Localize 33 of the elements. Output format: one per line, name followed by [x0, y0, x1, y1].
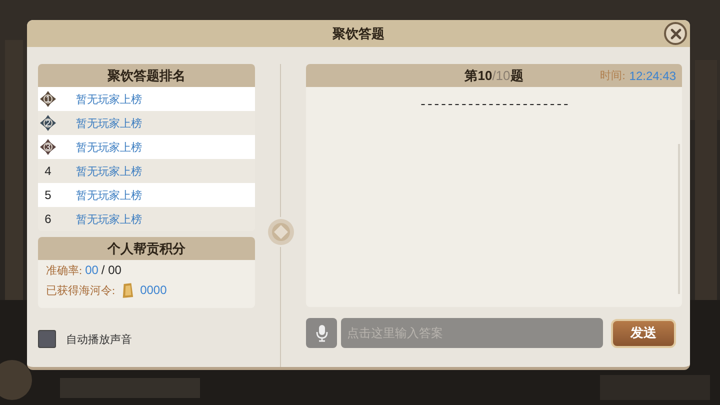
- rank-number: 2: [44, 117, 52, 129]
- token-icon: [121, 282, 134, 298]
- player-name: 暂无玩家上榜: [76, 212, 142, 226]
- accuracy-correct: 00: [85, 263, 98, 277]
- microphone-icon: [316, 324, 328, 342]
- close-button[interactable]: [664, 22, 687, 45]
- accuracy-label: 准确率:: [46, 264, 82, 278]
- token-label: 已获得海河令:: [46, 284, 116, 298]
- panel-title: 个人帮贡积分: [108, 240, 186, 258]
- time-label: 时间:: [600, 69, 626, 83]
- rank-number: 5: [44, 188, 52, 202]
- rank-number: 3: [44, 141, 52, 153]
- question-number: 第10/10题: [464, 66, 524, 84]
- ornament-icon: [266, 217, 296, 247]
- rank-number: 4: [44, 164, 52, 178]
- rank-number: 1: [44, 93, 52, 105]
- close-icon: [670, 28, 682, 40]
- accuracy-total: / 00: [101, 263, 122, 277]
- token-count: 0000: [140, 283, 167, 297]
- microphone-button[interactable]: [306, 318, 337, 348]
- question-text: ----------------------: [418, 97, 570, 112]
- rank-number: 6: [44, 212, 52, 226]
- player-name: 暂无玩家上榜: [76, 92, 142, 106]
- time-value: 12:24:43: [629, 68, 676, 82]
- player-name: 暂无玩家上榜: [76, 164, 142, 178]
- auto-play-checkbox[interactable]: [38, 330, 56, 348]
- player-name: 暂无玩家上榜: [76, 140, 142, 154]
- window-title: 聚饮答题: [332, 24, 384, 42]
- player-name: 暂无玩家上榜: [76, 188, 142, 202]
- panel-title: 聚饮答题排名: [108, 66, 186, 84]
- auto-play-label: 自动播放声音: [66, 332, 132, 346]
- send-button[interactable]: 发送: [611, 318, 676, 348]
- player-name: 暂无玩家上榜: [76, 116, 142, 130]
